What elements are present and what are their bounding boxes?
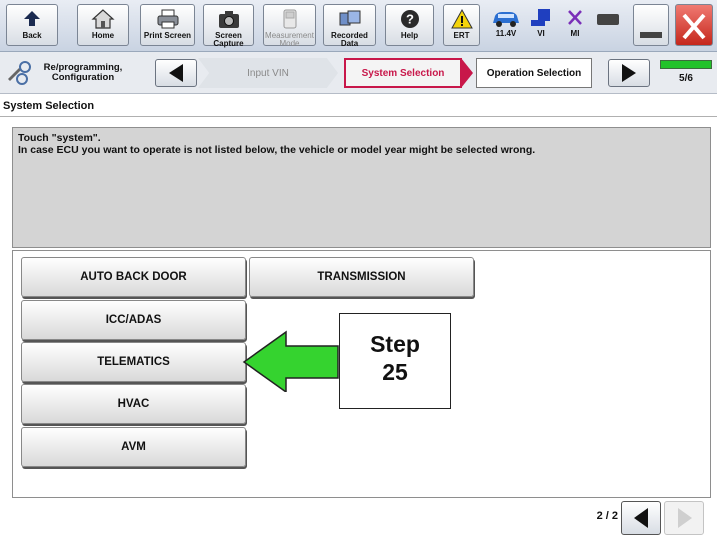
measurement-mode-label: Measurement Mode bbox=[265, 31, 314, 48]
instruction-line-2: In case ECU you want to operate is not l… bbox=[18, 144, 536, 156]
step-callout-line-2: 25 bbox=[382, 359, 408, 385]
voltage-value: 11.4V bbox=[495, 29, 517, 38]
breadcrumb-input-vin[interactable]: Input VIN bbox=[198, 58, 338, 88]
measurement-icon bbox=[283, 9, 296, 29]
system-auto-back-door-button[interactable]: AUTO BACK DOOR bbox=[21, 257, 246, 297]
vi-status: VI bbox=[527, 4, 555, 46]
breadcrumb-reprogramming[interactable]: Re/programming, Configuration bbox=[5, 58, 165, 88]
minimize-button[interactable] bbox=[633, 4, 669, 46]
wrench-gear-icon bbox=[8, 61, 31, 85]
chevron-right-icon bbox=[678, 508, 692, 528]
home-icon bbox=[91, 9, 115, 29]
ert-button[interactable]: ERT bbox=[443, 4, 480, 46]
recorded-data-label: Recorded Data bbox=[331, 31, 368, 48]
minimize-icon bbox=[640, 32, 662, 38]
ert-label: ERT bbox=[453, 31, 470, 40]
system-avm-button[interactable]: AVM bbox=[21, 427, 246, 467]
breadcrumb-arrow-icon bbox=[461, 58, 473, 88]
instruction-message: Touch "system". In case ECU you want to … bbox=[12, 127, 711, 248]
back-button[interactable]: Back bbox=[6, 4, 58, 46]
top-toolbar: Back Home Print Screen Screen Capture Me… bbox=[0, 0, 717, 52]
page-title: System Selection bbox=[0, 95, 717, 117]
car-icon bbox=[493, 12, 519, 27]
home-label: Home bbox=[91, 31, 115, 40]
close-icon bbox=[682, 13, 706, 40]
camera-icon bbox=[218, 11, 239, 28]
reprogramming-label: Re/programming, Configuration bbox=[43, 62, 123, 83]
nav-next-button[interactable] bbox=[608, 59, 650, 87]
nav-prev-button[interactable] bbox=[155, 59, 197, 87]
chevron-left-icon bbox=[169, 64, 183, 82]
page-prev-button[interactable] bbox=[621, 501, 661, 535]
svg-text:?: ? bbox=[406, 12, 414, 27]
help-icon: ? bbox=[400, 10, 419, 28]
screen-capture-label: Screen Capture bbox=[213, 31, 244, 48]
mi-status: MI bbox=[560, 4, 590, 46]
step-callout: Step 25 bbox=[339, 313, 451, 409]
system-telematics-button[interactable]: TELEMATICS bbox=[21, 342, 246, 382]
print-screen-label: Print Screen bbox=[143, 31, 192, 40]
help-button[interactable]: ? Help bbox=[385, 4, 434, 46]
progress-bar bbox=[660, 60, 712, 69]
system-transmission-button[interactable]: TRANSMISSION bbox=[249, 257, 474, 297]
system-icc-adas-button[interactable]: ICC/ADAS bbox=[21, 300, 246, 340]
step-pointer-arrow-icon bbox=[242, 330, 339, 392]
step-callout-line-1: Step bbox=[370, 331, 420, 357]
page-indicator: 2 / 2 bbox=[596, 510, 618, 522]
system-hvac-button[interactable]: HVAC bbox=[21, 384, 246, 424]
chevron-right-icon bbox=[622, 64, 636, 82]
back-label: Back bbox=[22, 31, 42, 40]
breadcrumb-operation-selection[interactable]: Operation Selection bbox=[476, 58, 592, 88]
warning-icon bbox=[450, 8, 473, 29]
home-button[interactable]: Home bbox=[77, 4, 129, 46]
pager-bar: 2 / 2 bbox=[12, 498, 711, 538]
breadcrumb-system-selection: System Selection bbox=[344, 58, 462, 88]
recorded-data-icon bbox=[339, 10, 360, 26]
close-button[interactable] bbox=[675, 4, 713, 46]
chevron-left-icon bbox=[634, 508, 648, 528]
print-screen-button[interactable]: Print Screen bbox=[140, 4, 195, 46]
step-counter: 5/6 bbox=[679, 73, 693, 84]
battery-voltage-status: 11.4V bbox=[489, 4, 523, 46]
battery-icon bbox=[597, 14, 619, 25]
instruction-line-1: Touch "system". bbox=[18, 132, 101, 144]
vi-device-icon bbox=[531, 9, 550, 26]
measurement-mode-button[interactable]: Measurement Mode bbox=[263, 4, 316, 48]
vi-label: VI bbox=[537, 29, 545, 38]
page-next-button[interactable] bbox=[664, 501, 704, 535]
mi-label: MI bbox=[570, 29, 580, 38]
screen-capture-button[interactable]: Screen Capture bbox=[203, 4, 254, 48]
back-arrow-icon bbox=[24, 11, 40, 26]
help-label: Help bbox=[400, 31, 419, 40]
navigation-bar: Re/programming, Configuration Input VIN … bbox=[0, 52, 717, 94]
disconnected-x-icon bbox=[568, 10, 582, 25]
printer-icon bbox=[157, 9, 178, 29]
recorded-data-button[interactable]: Recorded Data bbox=[323, 4, 376, 48]
